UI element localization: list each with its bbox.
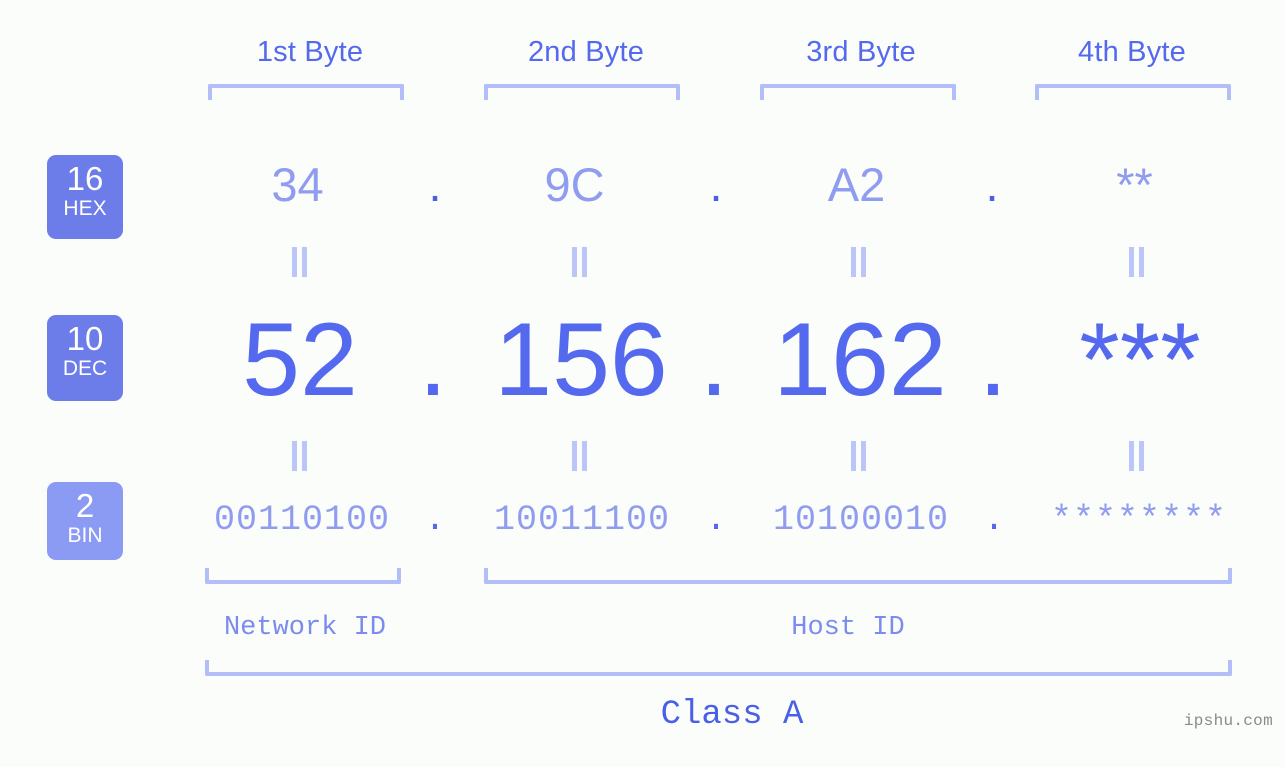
equals-mark-hex-dec-3: [848, 247, 870, 277]
hex-separator-3: .: [985, 158, 999, 211]
dec-separator-3: .: [978, 302, 1008, 418]
dec-separator-1: .: [418, 302, 448, 418]
equals-mark-dec-bin-3: [848, 441, 870, 471]
dec-byte-2: 156: [494, 302, 668, 418]
hex-separator-2: .: [709, 158, 723, 211]
watermark: ipshu.com: [1183, 712, 1273, 730]
dec-separator-2: .: [699, 302, 729, 418]
byte-header-1: 1st Byte: [256, 36, 364, 68]
byte-bracket-4: [1035, 84, 1231, 100]
dec-byte-1: 52: [242, 302, 358, 418]
class-bracket: [205, 660, 1232, 676]
equals-mark-dec-bin-2: [569, 441, 591, 471]
byte-header-2: 2nd Byte: [527, 36, 645, 68]
host-id-bracket: [484, 568, 1232, 584]
byte-header-4: 4th Byte: [1078, 36, 1186, 68]
base-badge-bin-name: BIN: [67, 524, 103, 547]
base-badge-hex-name: HEX: [63, 197, 107, 220]
equals-mark-dec-bin-1: [289, 441, 311, 471]
bin-byte-1: 00110100: [213, 500, 391, 540]
bin-byte-4: ********: [1050, 500, 1228, 540]
bin-byte-3: 10100010: [772, 500, 950, 540]
base-badge-dec-name: DEC: [62, 357, 108, 380]
equals-mark-hex-dec-2: [569, 247, 591, 277]
base-badge-hex-number: 16: [66, 160, 104, 197]
byte-header-3: 3rd Byte: [806, 36, 916, 68]
host-id-label: Host ID: [791, 613, 905, 643]
dec-byte-4: ***: [1079, 302, 1201, 418]
class-label: Class A: [660, 696, 804, 734]
bin-separator-1: .: [424, 500, 446, 540]
bin-byte-2: 10011100: [493, 500, 671, 540]
byte-bracket-1: [208, 84, 404, 100]
hex-byte-4: **: [1116, 158, 1153, 211]
byte-bracket-2: [484, 84, 680, 100]
hex-separator-1: .: [428, 158, 442, 211]
base-badge-dec-number: 10: [66, 320, 104, 357]
base-badge-bin: 2 BIN: [47, 482, 123, 560]
base-badge-dec: 10 DEC: [47, 315, 123, 401]
dec-byte-3: 162: [773, 302, 947, 418]
bin-separator-2: .: [705, 500, 727, 540]
equals-mark-dec-bin-4: [1126, 441, 1148, 471]
base-badge-hex: 16 HEX: [47, 155, 123, 239]
equals-mark-hex-dec-4: [1126, 247, 1148, 277]
bin-separator-3: .: [983, 500, 1005, 540]
base-badge-bin-number: 2: [75, 487, 95, 524]
ip-byte-diagram: 1st Byte 2nd Byte 3rd Byte 4th Byte 16 H…: [0, 0, 1285, 767]
network-id-bracket: [205, 568, 401, 584]
hex-byte-1: 34: [271, 158, 324, 211]
hex-byte-3: A2: [827, 158, 886, 211]
network-id-label: Network ID: [223, 613, 387, 643]
hex-byte-2: 9C: [544, 158, 605, 211]
byte-bracket-3: [760, 84, 956, 100]
equals-mark-hex-dec-1: [289, 247, 311, 277]
